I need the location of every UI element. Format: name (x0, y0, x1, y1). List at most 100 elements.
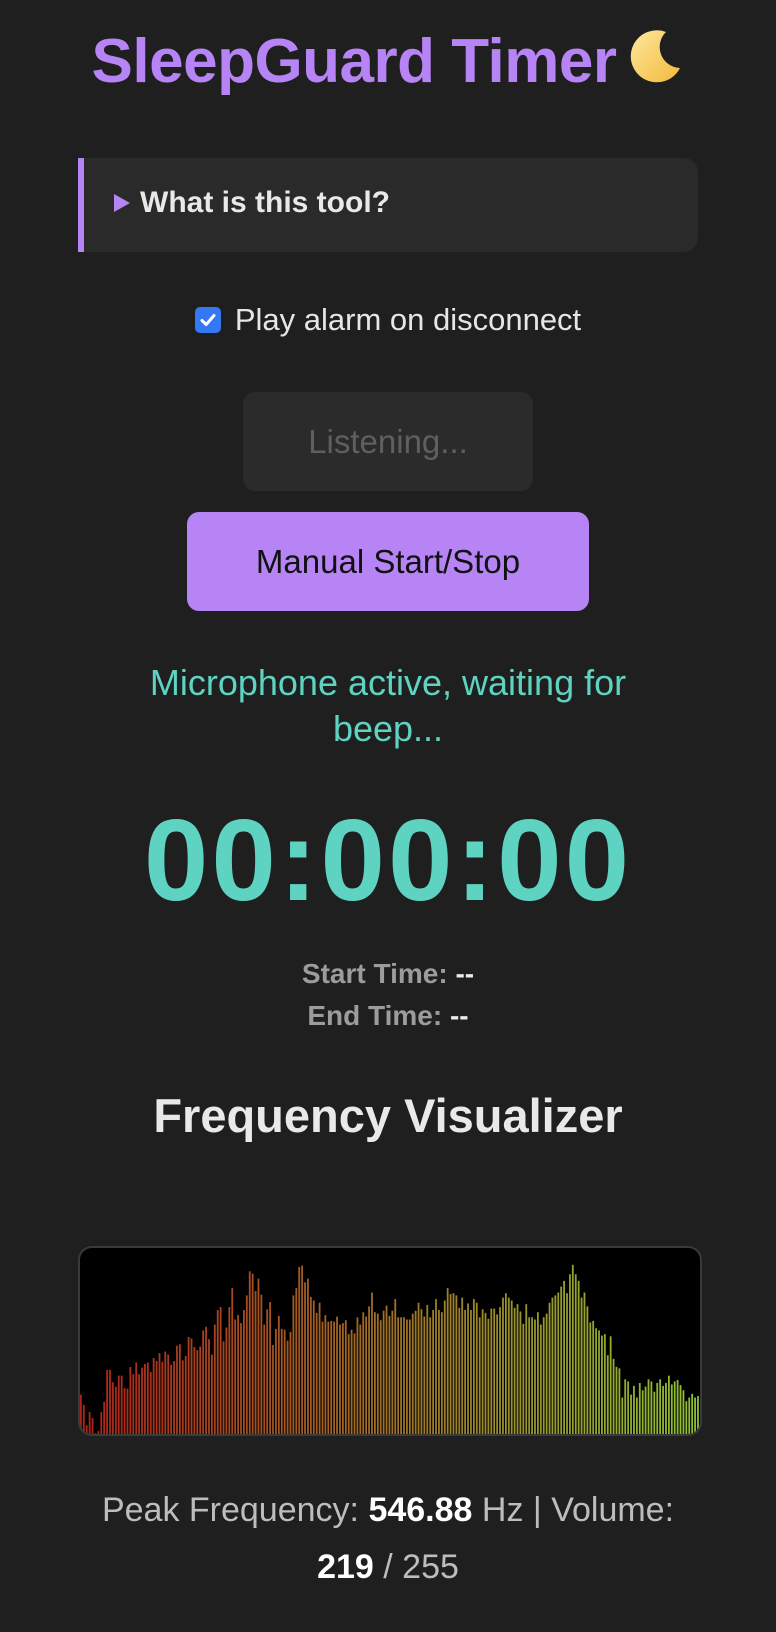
frequency-bar (85, 1425, 88, 1434)
frequency-bar (697, 1396, 699, 1434)
frequency-bar (149, 1372, 152, 1434)
frequency-bar (324, 1315, 327, 1434)
crescent-moon-icon (626, 28, 684, 101)
frequency-bar (295, 1288, 298, 1434)
frequency-bar (330, 1320, 333, 1434)
frequency-bar (178, 1344, 181, 1434)
frequency-bar (676, 1380, 679, 1434)
frequency-bar (641, 1390, 644, 1434)
frequency-bar (627, 1381, 630, 1434)
frequency-bar (97, 1431, 100, 1434)
frequency-bar (193, 1347, 196, 1434)
frequency-bar (662, 1385, 664, 1434)
frequency-bar (248, 1271, 251, 1434)
frequency-bar (647, 1379, 650, 1434)
frequency-bar (181, 1360, 184, 1434)
frequency-bar (382, 1310, 385, 1434)
frequency-bar (129, 1366, 132, 1434)
frequency-bar (210, 1354, 213, 1434)
frequency-bar (682, 1390, 685, 1434)
info-details-label[interactable]: What is this tool? (140, 186, 390, 220)
frequency-bar (592, 1320, 595, 1434)
frequency-bar (117, 1375, 120, 1434)
frequency-bar (269, 1301, 271, 1434)
frequency-bar (633, 1385, 635, 1434)
frequency-bar (429, 1317, 432, 1434)
frequency-bar (589, 1322, 592, 1434)
frequency-bar (414, 1310, 417, 1434)
frequency-bar (237, 1315, 239, 1434)
frequency-bar (635, 1397, 638, 1434)
info-details-summary[interactable]: What is this tool? (114, 186, 390, 220)
frequency-bar (420, 1309, 423, 1434)
frequency-bar (464, 1310, 467, 1434)
frequency-bar (243, 1310, 245, 1434)
alarm-checkbox-label[interactable]: Play alarm on disconnect (235, 302, 581, 338)
frequency-bar (263, 1324, 266, 1434)
frequency-bar (667, 1375, 670, 1434)
frequency-bar (257, 1278, 260, 1434)
frequency-bar (356, 1317, 359, 1434)
frequency-bars (80, 1264, 699, 1434)
frequency-bar (417, 1302, 420, 1434)
volume-max: / 255 (383, 1548, 459, 1586)
frequency-bar (167, 1354, 170, 1434)
frequency-bar (350, 1329, 353, 1434)
info-details-panel[interactable]: What is this tool? (78, 158, 698, 252)
frequency-bar (504, 1293, 507, 1434)
start-time-value: -- (455, 958, 475, 989)
frequency-bar (403, 1317, 405, 1434)
frequency-bar (371, 1292, 373, 1434)
peak-frequency-label: Peak Frequency: (101, 1491, 359, 1529)
frequency-bar (557, 1292, 560, 1434)
frequency-bar (507, 1297, 510, 1434)
frequency-bar (603, 1334, 606, 1434)
frequency-bar (347, 1334, 350, 1434)
end-time-value: -- (449, 1000, 469, 1031)
frequency-bar (502, 1297, 504, 1434)
frequency-bar (228, 1307, 231, 1434)
frequency-bar (158, 1353, 161, 1434)
disclosure-triangle-icon[interactable] (114, 194, 130, 212)
frequency-bar (277, 1315, 280, 1434)
peak-frequency-value: 546.88 (368, 1491, 473, 1529)
frequency-bar (321, 1321, 324, 1434)
frequency-bar (624, 1379, 627, 1434)
frequency-bar (408, 1319, 411, 1434)
frequency-bar (598, 1330, 600, 1434)
frequency-bar (109, 1369, 111, 1434)
frequency-bar (691, 1393, 694, 1434)
manual-start-stop-button[interactable]: Manual Start/Stop (187, 512, 589, 611)
frequency-bar (470, 1310, 472, 1434)
frequency-bar (164, 1351, 167, 1434)
frequency-bar (563, 1280, 565, 1434)
frequency-bar (385, 1305, 388, 1434)
frequency-bar (571, 1264, 574, 1434)
peak-frequency-unit: Hz | (481, 1491, 542, 1529)
frequency-bar (394, 1299, 397, 1434)
frequency-bar (100, 1412, 103, 1434)
frequency-bar (612, 1358, 615, 1434)
frequency-bar (144, 1363, 146, 1434)
frequency-bar (292, 1295, 295, 1434)
frequency-bar (569, 1274, 571, 1434)
frequency-bar (586, 1306, 589, 1434)
frequency-bar (272, 1345, 274, 1434)
frequency-bar (481, 1309, 484, 1434)
frequency-bar (341, 1323, 344, 1434)
frequency-bar (213, 1324, 216, 1434)
frequency-bar (435, 1299, 437, 1434)
frequency-bar (554, 1295, 557, 1434)
frequency-bar (432, 1310, 435, 1434)
frequency-bar (216, 1310, 219, 1434)
frequency-bar (365, 1316, 368, 1434)
frequency-bar (528, 1317, 531, 1434)
frequency-bar (644, 1386, 647, 1434)
frequency-bar (205, 1326, 207, 1434)
frequency-bar (694, 1397, 696, 1434)
frequency-bar (260, 1294, 263, 1434)
alarm-checkbox[interactable] (194, 307, 221, 333)
frequency-bar (397, 1317, 400, 1434)
frequency-bar (94, 1433, 97, 1434)
frequency-bar (449, 1293, 452, 1434)
